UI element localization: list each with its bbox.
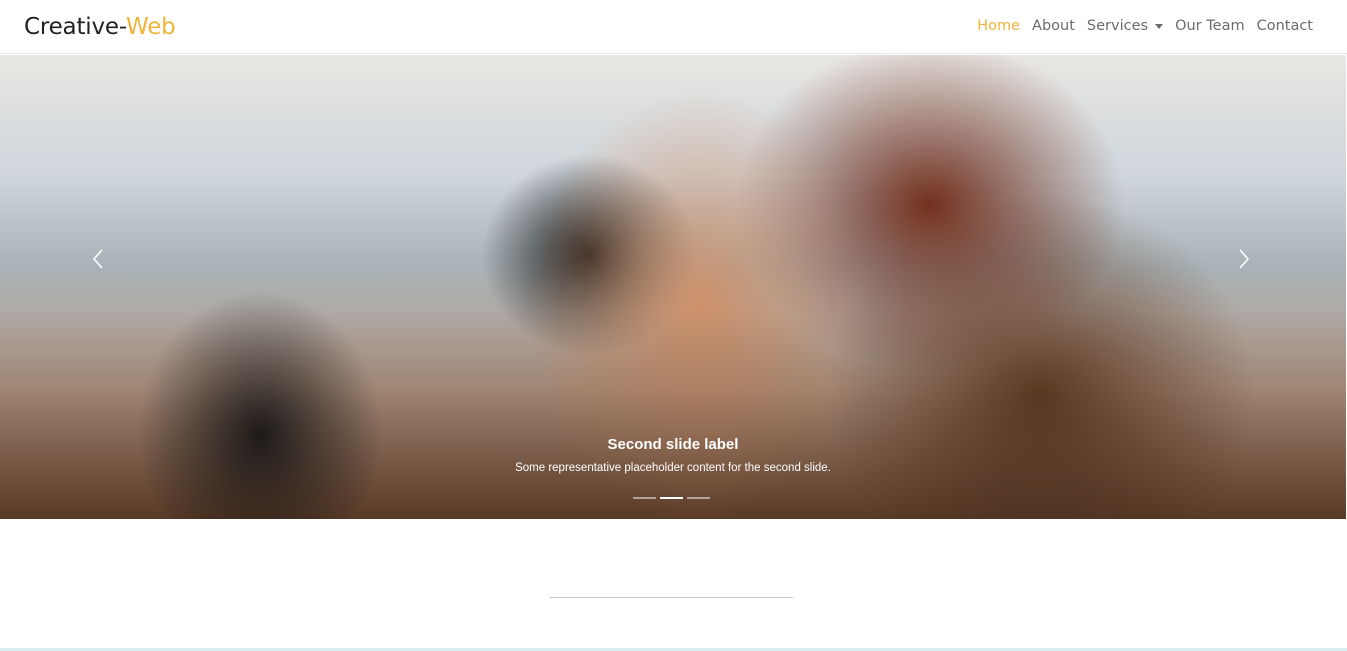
nav-home[interactable]: Home <box>977 18 1020 34</box>
brand-name: Creative- <box>24 14 126 40</box>
carousel-indicators <box>633 497 710 499</box>
chevron-left-icon <box>92 249 103 269</box>
nav-contact[interactable]: Contact <box>1257 18 1313 34</box>
carousel-caption-title: Second slide label <box>607 436 739 453</box>
carousel-indicator-1[interactable] <box>633 497 656 499</box>
section-divider <box>550 597 793 598</box>
nav-our-team[interactable]: Our Team <box>1175 18 1245 34</box>
brand-accent: Web <box>126 14 176 40</box>
nav-services-label: Services <box>1086 18 1149 34</box>
carousel-indicator-2[interactable] <box>660 497 683 499</box>
brand-logo[interactable]: Creative-Web <box>24 14 176 40</box>
nav-about[interactable]: About <box>1032 18 1075 34</box>
carousel-indicator-3[interactable] <box>687 497 710 499</box>
nav-menu: Home About Services Our Team Contact <box>977 18 1313 34</box>
carousel-caption-text: Some representative placeholder content … <box>515 462 831 474</box>
carousel-prev-button[interactable] <box>68 245 128 273</box>
caret-down-icon <box>1155 24 1164 29</box>
hero-carousel: Second slide label Some representative p… <box>0 55 1346 519</box>
nav-services[interactable]: Services <box>1086 18 1164 34</box>
chevron-right-icon <box>1239 249 1250 269</box>
carousel-next-button[interactable] <box>1214 245 1274 273</box>
navbar: Creative-Web Home About Services Our Tea… <box>0 0 1347 54</box>
